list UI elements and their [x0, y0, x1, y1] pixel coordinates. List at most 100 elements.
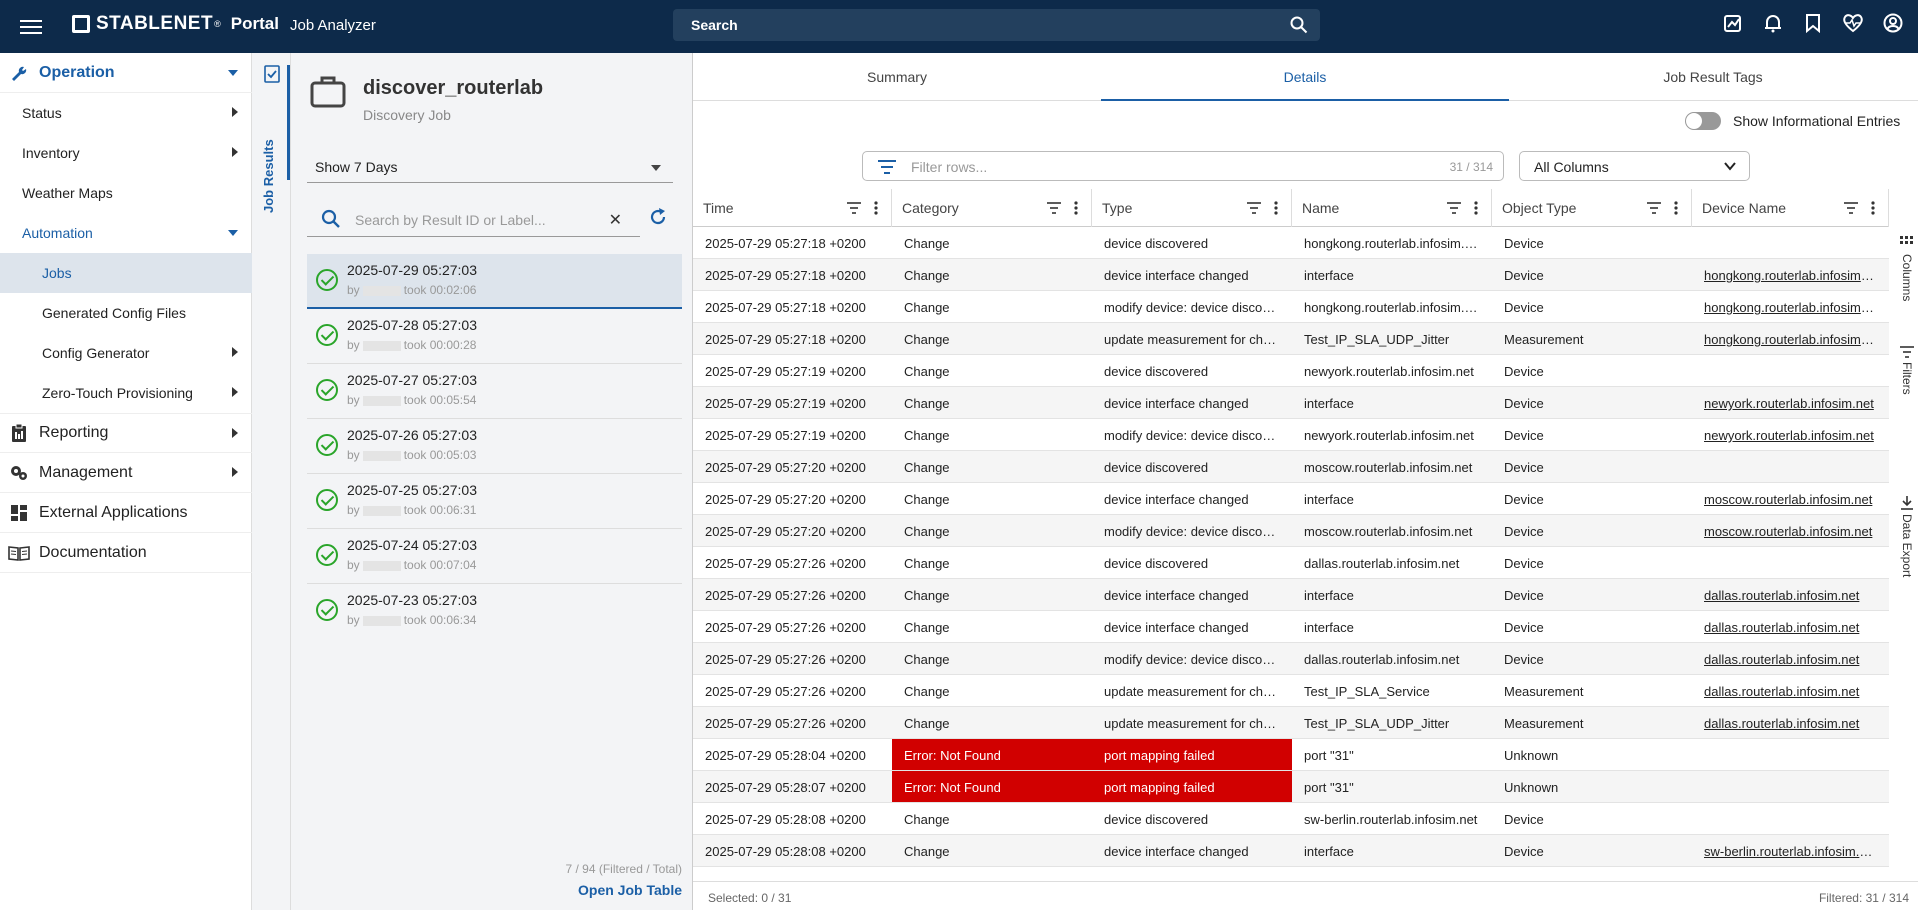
- table-row[interactable]: 2025-07-29 05:27:26 +0200 Change update me…: [693, 675, 1889, 707]
- job-result-item[interactable]: 2025-07-27 05:27:03 by took 00:05:54: [307, 364, 682, 419]
- device-name-cell[interactable]: dallas.routerlab.infosim.net: [1692, 707, 1888, 738]
- device-name-cell[interactable]: newyork.routerlab.infosim.net: [1692, 419, 1888, 450]
- nav-operation[interactable]: Operation: [0, 53, 252, 93]
- show-informational-label: Show Informational Entries: [1733, 113, 1901, 129]
- nav-weather-maps[interactable]: Weather Maps: [0, 173, 252, 213]
- result-search-input[interactable]: Search by Result ID or Label... ✕: [307, 201, 640, 237]
- device-name-cell[interactable]: moscow.routerlab.infosim.net: [1692, 515, 1888, 546]
- refresh-icon[interactable]: [648, 207, 668, 227]
- report-icon[interactable]: [1722, 12, 1744, 34]
- name-cell: interface: [1304, 844, 1354, 859]
- device-name-cell[interactable]: dallas.routerlab.infosim.net: [1692, 579, 1888, 610]
- clear-icon[interactable]: ✕: [609, 210, 622, 230]
- table-row[interactable]: 2025-07-29 05:27:18 +0200 Change device di…: [693, 227, 1889, 259]
- table-row[interactable]: 2025-07-29 05:27:20 +0200 Change device in…: [693, 483, 1889, 515]
- device-name-cell[interactable]: dallas.routerlab.infosim.net: [1692, 643, 1888, 674]
- column-menu-icon[interactable]: [1247, 201, 1281, 218]
- nav-jobs[interactable]: Jobs: [0, 253, 252, 293]
- user-icon[interactable]: [1882, 12, 1904, 34]
- table-row[interactable]: 2025-07-29 05:28:08 +0200 Change device di…: [693, 803, 1889, 835]
- job-result-by: by: [347, 283, 360, 297]
- nav-management[interactable]: Management: [0, 453, 252, 493]
- table-row[interactable]: 2025-07-29 05:27:19 +0200 Change modify de…: [693, 419, 1889, 451]
- table-row[interactable]: 2025-07-29 05:27:18 +0200 Change update me…: [693, 323, 1889, 355]
- nav-documentation[interactable]: Documentation: [0, 533, 252, 573]
- global-search[interactable]: Search: [673, 9, 1320, 41]
- column-menu-icon[interactable]: [1447, 201, 1481, 218]
- column-header-device-name[interactable]: Device Name: [1692, 189, 1889, 227]
- column-header-label: Time: [703, 200, 734, 216]
- table-row[interactable]: 2025-07-29 05:27:26 +0200 Change device di…: [693, 547, 1889, 579]
- logo[interactable]: STABLENET ® Portal: [72, 13, 279, 35]
- table-row[interactable]: 2025-07-29 05:27:26 +0200 Change modify de…: [693, 643, 1889, 675]
- column-menu-icon[interactable]: [1647, 201, 1681, 218]
- column-header-time[interactable]: Time: [693, 189, 892, 227]
- filters-panel-toggle[interactable]: Filters: [1895, 346, 1918, 416]
- table-row[interactable]: 2025-07-29 05:27:26 +0200 Change device in…: [693, 579, 1889, 611]
- device-name-cell[interactable]: dallas.routerlab.infosim.net: [1692, 675, 1888, 706]
- table-row[interactable]: 2025-07-29 05:27:18 +0200 Change device in…: [693, 259, 1889, 291]
- nav-inventory[interactable]: Inventory: [0, 133, 252, 173]
- column-header-name[interactable]: Name: [1292, 189, 1492, 227]
- job-result-item[interactable]: 2025-07-29 05:27:03 by took 00:02:06: [307, 254, 682, 309]
- table-row[interactable]: 2025-07-29 05:27:18 +0200 Change modify de…: [693, 291, 1889, 323]
- job-result-item[interactable]: 2025-07-25 05:27:03 by took 00:06:31: [307, 474, 682, 529]
- table-row[interactable]: 2025-07-29 05:27:19 +0200 Change device in…: [693, 387, 1889, 419]
- job-result-item[interactable]: 2025-07-28 05:27:03 by took 00:00:28: [307, 309, 682, 364]
- nav-automation[interactable]: Automation: [0, 213, 252, 253]
- column-menu-icon[interactable]: [1047, 201, 1081, 218]
- table-row[interactable]: 2025-07-29 05:28:08 +0200 Change device in…: [693, 835, 1889, 867]
- filter-rows-input[interactable]: Filter rows... 31 / 314: [862, 151, 1504, 181]
- job-results-sidetab[interactable]: Job Results: [253, 53, 291, 910]
- nav-reporting[interactable]: Reporting: [0, 413, 252, 453]
- health-icon[interactable]: [1842, 12, 1864, 34]
- column-header-category[interactable]: Category: [892, 189, 1092, 227]
- table-row[interactable]: 2025-07-29 05:27:19 +0200 Change device di…: [693, 355, 1889, 387]
- device-name-cell[interactable]: hongkong.routerlab.infosim.net: [1692, 291, 1888, 322]
- device-name-cell[interactable]: sw-berlin.routerlab.infosim.net: [1692, 835, 1888, 866]
- column-header-type[interactable]: Type: [1092, 189, 1292, 227]
- type-cell: port mapping failed: [1092, 771, 1292, 802]
- job-result-item[interactable]: 2025-07-26 05:27:03 by took 00:05:03: [307, 419, 682, 474]
- nav-config-generator[interactable]: Config Generator: [0, 333, 252, 373]
- bookmark-icon[interactable]: [1802, 12, 1824, 34]
- column-header-label: Type: [1102, 200, 1133, 216]
- column-header-object-type[interactable]: Object Type: [1492, 189, 1692, 227]
- device-name-cell[interactable]: hongkong.routerlab.infosim.net: [1692, 259, 1888, 290]
- category-cell: Change: [904, 524, 950, 539]
- device-name-cell: [1692, 803, 1888, 834]
- bell-icon[interactable]: [1762, 12, 1784, 34]
- tab-summary[interactable]: Summary: [693, 53, 1101, 101]
- show-informational-toggle[interactable]: [1685, 112, 1721, 130]
- device-name-cell[interactable]: dallas.routerlab.infosim.net: [1692, 611, 1888, 642]
- columns-panel-toggle[interactable]: Columns: [1895, 236, 1918, 316]
- table-row[interactable]: 2025-07-29 05:27:20 +0200 Change modify de…: [693, 515, 1889, 547]
- object-type-cell: Device: [1504, 300, 1544, 315]
- device-name-cell[interactable]: hongkong.routerlab.infosim.net: [1692, 323, 1888, 354]
- table-row[interactable]: 2025-07-29 05:27:26 +0200 Change device in…: [693, 611, 1889, 643]
- job-result-item[interactable]: 2025-07-23 05:27:03 by took 00:06:34: [307, 584, 682, 639]
- nav-status[interactable]: Status: [0, 93, 252, 133]
- nav-external-applications[interactable]: External Applications: [0, 493, 252, 533]
- column-menu-icon[interactable]: [1844, 201, 1878, 218]
- tab-job-result-tags[interactable]: Job Result Tags: [1509, 53, 1917, 101]
- column-select[interactable]: All Columns: [1519, 151, 1750, 181]
- column-menu-icon[interactable]: [847, 201, 881, 218]
- menu-icon[interactable]: [20, 16, 42, 36]
- table-row[interactable]: 2025-07-29 05:27:26 +0200 Change update me…: [693, 707, 1889, 739]
- open-job-table-link[interactable]: Open Job Table: [578, 882, 682, 898]
- device-name-cell[interactable]: newyork.routerlab.infosim.net: [1692, 387, 1888, 418]
- table-row[interactable]: 2025-07-29 05:28:07 +0200 Error: Not Foun…: [693, 771, 1889, 803]
- search-icon[interactable]: [1290, 16, 1308, 34]
- nav-generated-config-files[interactable]: Generated Config Files: [0, 293, 252, 333]
- table-row[interactable]: 2025-07-29 05:27:20 +0200 Change device di…: [693, 451, 1889, 483]
- time-cell: 2025-07-29 05:28:04 +0200: [705, 748, 866, 763]
- time-range-select[interactable]: Show 7 Days: [307, 153, 673, 183]
- device-name-cell[interactable]: moscow.routerlab.infosim.net: [1692, 483, 1888, 514]
- nav-zero-touch[interactable]: Zero-Touch Provisioning: [0, 373, 252, 413]
- table-row[interactable]: 2025-07-29 05:28:04 +0200 Error: Not Foun…: [693, 739, 1889, 771]
- job-result-item[interactable]: 2025-07-24 05:27:03 by took 00:07:04: [307, 529, 682, 584]
- portal-label: Portal: [230, 14, 279, 33]
- data-export-toggle[interactable]: Data Export: [1895, 496, 1918, 596]
- tab-details[interactable]: Details: [1101, 53, 1509, 101]
